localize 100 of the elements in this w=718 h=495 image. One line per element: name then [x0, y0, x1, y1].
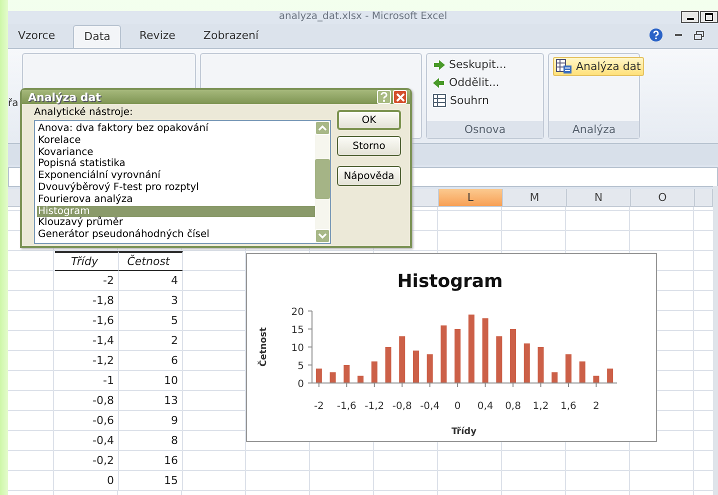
x-tick-label: 0,4 — [477, 401, 494, 412]
list-item[interactable]: Fourierova analýza — [37, 194, 315, 206]
x-tick-label: 2 — [593, 401, 600, 412]
table-cell: 4 — [171, 274, 178, 287]
y-tick-label: 15 — [291, 325, 304, 336]
histogram-bar — [482, 318, 488, 383]
scroll-down-icon[interactable] — [318, 233, 327, 239]
histogram-bar — [454, 329, 461, 383]
histogram-bar — [344, 365, 350, 383]
histogram-bar — [579, 361, 586, 383]
table-icon — [556, 59, 572, 74]
histogram-bar — [426, 354, 433, 383]
histogram-bar — [468, 314, 474, 383]
table-header: Četnost — [127, 255, 170, 268]
ribbon-tab[interactable]: Zobrazení — [193, 25, 269, 48]
table-cell: -1,8 — [92, 294, 114, 307]
table-cell: -0,8 — [92, 394, 114, 407]
table-cell: -2 — [103, 274, 114, 287]
window-title: analyza_dat.xlsx - Microsoft Excel — [278, 11, 448, 24]
table-cell: 16 — [164, 454, 178, 467]
x-tick-label: -1,6 — [336, 401, 356, 412]
table-cell: -0,6 — [92, 414, 114, 427]
histogram-bar — [385, 347, 392, 383]
ribbon-button[interactable]: Analýza dat — [553, 57, 644, 76]
table-cell: 2 — [171, 334, 178, 347]
y-axis-title: Četnost — [259, 327, 269, 367]
x-axis-title: Třídy — [452, 427, 476, 437]
dialog-button[interactable]: Nápověda — [337, 166, 401, 186]
list-label: Analytické nástroje: — [34, 107, 134, 118]
group-label: Osnova — [427, 121, 543, 138]
x-tick-label: 0 — [454, 401, 461, 412]
restore-button[interactable] — [700, 11, 718, 23]
table-cell: -0,2 — [92, 454, 114, 467]
table-cell: -0,4 — [92, 434, 114, 447]
x-tick-label: 0,8 — [505, 401, 521, 412]
ribbon-tab[interactable]: Vzorce — [8, 25, 66, 48]
list-item[interactable]: Generátor pseudonáhodných čísel — [37, 229, 315, 241]
histogram-bar — [316, 368, 322, 383]
list-item[interactable]: Exponenciální vyrovnání — [37, 170, 315, 182]
histogram-bar — [330, 372, 336, 383]
list-item[interactable]: Anova: dva faktory bez opakování — [37, 123, 315, 135]
scrollbar[interactable] — [713, 186, 718, 495]
table-cell: -1,4 — [92, 334, 114, 347]
table-cell: 10 — [164, 374, 178, 387]
scroll-thumb[interactable] — [315, 159, 330, 199]
grid-icon — [433, 94, 446, 107]
column-header[interactable]: N — [567, 189, 630, 206]
column-header[interactable]: M — [503, 189, 566, 206]
arrow-left-icon — [433, 78, 445, 88]
y-tick-label: 5 — [298, 361, 304, 372]
close-button[interactable] — [393, 90, 407, 104]
histogram-bar — [399, 336, 406, 383]
ribbon-tab[interactable]: Data — [73, 25, 122, 48]
histogram-bar — [510, 329, 516, 383]
table-cell: 13 — [164, 394, 178, 407]
table-cell: 8 — [171, 434, 178, 447]
list-item[interactable]: Klouzavý průměr — [37, 217, 315, 230]
arrow-right-icon — [433, 60, 445, 70]
help-button[interactable] — [377, 90, 391, 104]
scroll-up-icon[interactable] — [318, 125, 327, 131]
restore-icon[interactable] — [694, 30, 704, 40]
table-cell: 3 — [171, 294, 178, 307]
help-icon — [380, 92, 388, 102]
dialog-button[interactable]: OK — [337, 110, 401, 130]
table-cell: 5 — [171, 314, 178, 327]
dialog-title: Analýza dat — [28, 90, 102, 104]
table-cell: -1,2 — [92, 354, 114, 367]
table-cell: -1,6 — [92, 314, 114, 327]
column-header[interactable]: L — [439, 189, 502, 206]
table-cell: 0 — [107, 474, 114, 487]
minimize-button[interactable] — [681, 11, 699, 23]
x-tick-label: -0,8 — [392, 401, 412, 412]
ribbon-button[interactable]: Seskupit... — [431, 57, 508, 72]
x-tick-label: 1,6 — [560, 401, 576, 412]
ribbon-tab[interactable]: Revize — [129, 25, 186, 48]
histogram-bar — [607, 368, 614, 383]
column-header[interactable]: O — [631, 189, 694, 206]
table-header: Třídy — [71, 255, 98, 268]
table-cell: 9 — [171, 414, 178, 427]
chart-title: Histogram — [397, 271, 503, 292]
ribbon-button[interactable]: Souhrn — [431, 93, 491, 108]
table-cell: 6 — [171, 354, 178, 367]
help-icon[interactable] — [649, 28, 663, 42]
x-tick-label: -0,4 — [420, 401, 440, 412]
list-item[interactable]: Popisná statistika — [37, 158, 315, 170]
x-tick-label: 1,2 — [532, 401, 549, 412]
histogram-bar — [538, 347, 544, 383]
ribbon-label: řa — [8, 98, 18, 108]
histogram-bar — [371, 361, 378, 383]
y-tick-label: 0 — [298, 379, 304, 390]
group-label: Analýza — [549, 121, 639, 138]
scrollbar[interactable] — [315, 121, 330, 243]
histogram-bar — [565, 354, 572, 383]
histogram-bar — [412, 350, 419, 383]
histogram-bar — [496, 336, 502, 383]
table-cell: -1 — [103, 374, 114, 387]
dialog-button[interactable]: Storno — [337, 136, 401, 156]
ribbon-button[interactable]: Oddělit... — [431, 75, 502, 90]
list-item[interactable]: Dvouvýběrový F-test pro rozptyl — [37, 182, 315, 194]
list-item[interactable]: Korelace — [37, 134, 315, 147]
